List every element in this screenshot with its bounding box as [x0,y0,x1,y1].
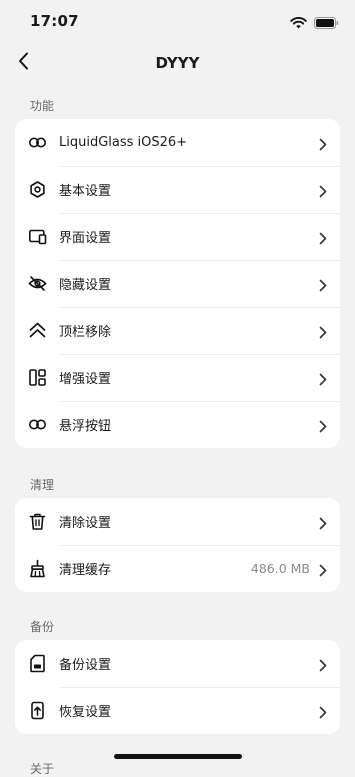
trash-icon [28,512,47,531]
status-icons [290,14,339,33]
glasses-icon [28,415,47,434]
status-bar: 17:07 [0,0,355,44]
cleanup-card: 清除设置 清理缓存 486.0 MB [15,498,340,592]
section-label-cleanup: 清理 [30,478,55,492]
features-card: LiquidGlass iOS26+ 基本设置 界面设置 隐藏设置 顶栏移除 增 [15,119,340,448]
chevron-right-icon [319,277,327,292]
settings-row-liquidglass[interactable]: LiquidGlass iOS26+ [15,119,340,166]
settings-row-label: 顶栏移除 [59,325,112,340]
settings-row-restore[interactable]: 恢复设置 [15,687,340,734]
settings-row-label: 界面设置 [59,231,112,246]
settings-row-float-button[interactable]: 悬浮按钮 [15,401,340,448]
nav-bar: DYYY [0,44,355,84]
section-label-about: 关于 [30,762,55,776]
settings-row-label: 增强设置 [59,372,112,387]
gear-icon [28,180,47,199]
chevron-right-icon [319,515,327,530]
settings-row-interface[interactable]: 界面设置 [15,213,340,260]
settings-row-topbar[interactable]: 顶栏移除 [15,307,340,354]
chevron-right-icon [319,418,327,433]
settings-row-backup[interactable]: 备份设置 [15,640,340,687]
battery-icon [314,14,339,33]
section-label-features: 功能 [30,99,55,113]
settings-row-label: 恢复设置 [59,705,112,720]
devices-icon [28,227,47,246]
settings-row-label: LiquidGlass iOS26+ [59,135,188,150]
settings-row-label: 清除设置 [59,516,112,531]
chevron-right-icon [319,230,327,245]
phone-restore-icon [28,701,47,720]
settings-row-label: 清理缓存 [59,563,112,578]
section-label-backup: 备份 [30,620,55,634]
settings-row-label: 悬浮按钮 [59,419,112,434]
glasses-icon [28,133,47,152]
backup-card: 备份设置 恢复设置 [15,640,340,734]
settings-row-label: 备份设置 [59,658,112,673]
cache-size-value: 486.0 MB [250,561,310,576]
sd-card-icon [28,654,47,673]
wifi-icon [290,14,307,33]
grid-icon [28,368,47,387]
chevron-right-icon [319,657,327,672]
settings-row-clear-settings[interactable]: 清除设置 [15,498,340,545]
chevron-right-icon [319,562,327,577]
chevron-right-icon [319,136,327,151]
settings-row-basic[interactable]: 基本设置 [15,166,340,213]
status-time: 17:07 [30,12,79,30]
settings-row-label: 隐藏设置 [59,278,112,293]
double-chevron-up-icon [28,321,47,340]
chevron-right-icon [319,704,327,719]
chevron-right-icon [319,371,327,386]
page-title: DYYY [155,54,200,72]
chevron-right-icon [319,183,327,198]
chevron-right-icon [319,324,327,339]
settings-row-label: 基本设置 [59,184,112,199]
settings-row-hide[interactable]: 隐藏设置 [15,260,340,307]
home-indicator [114,754,242,759]
eye-slash-icon [28,274,47,293]
settings-row-enhance[interactable]: 增强设置 [15,354,340,401]
broom-icon [28,559,47,578]
settings-row-clear-cache[interactable]: 清理缓存 486.0 MB [15,545,340,592]
